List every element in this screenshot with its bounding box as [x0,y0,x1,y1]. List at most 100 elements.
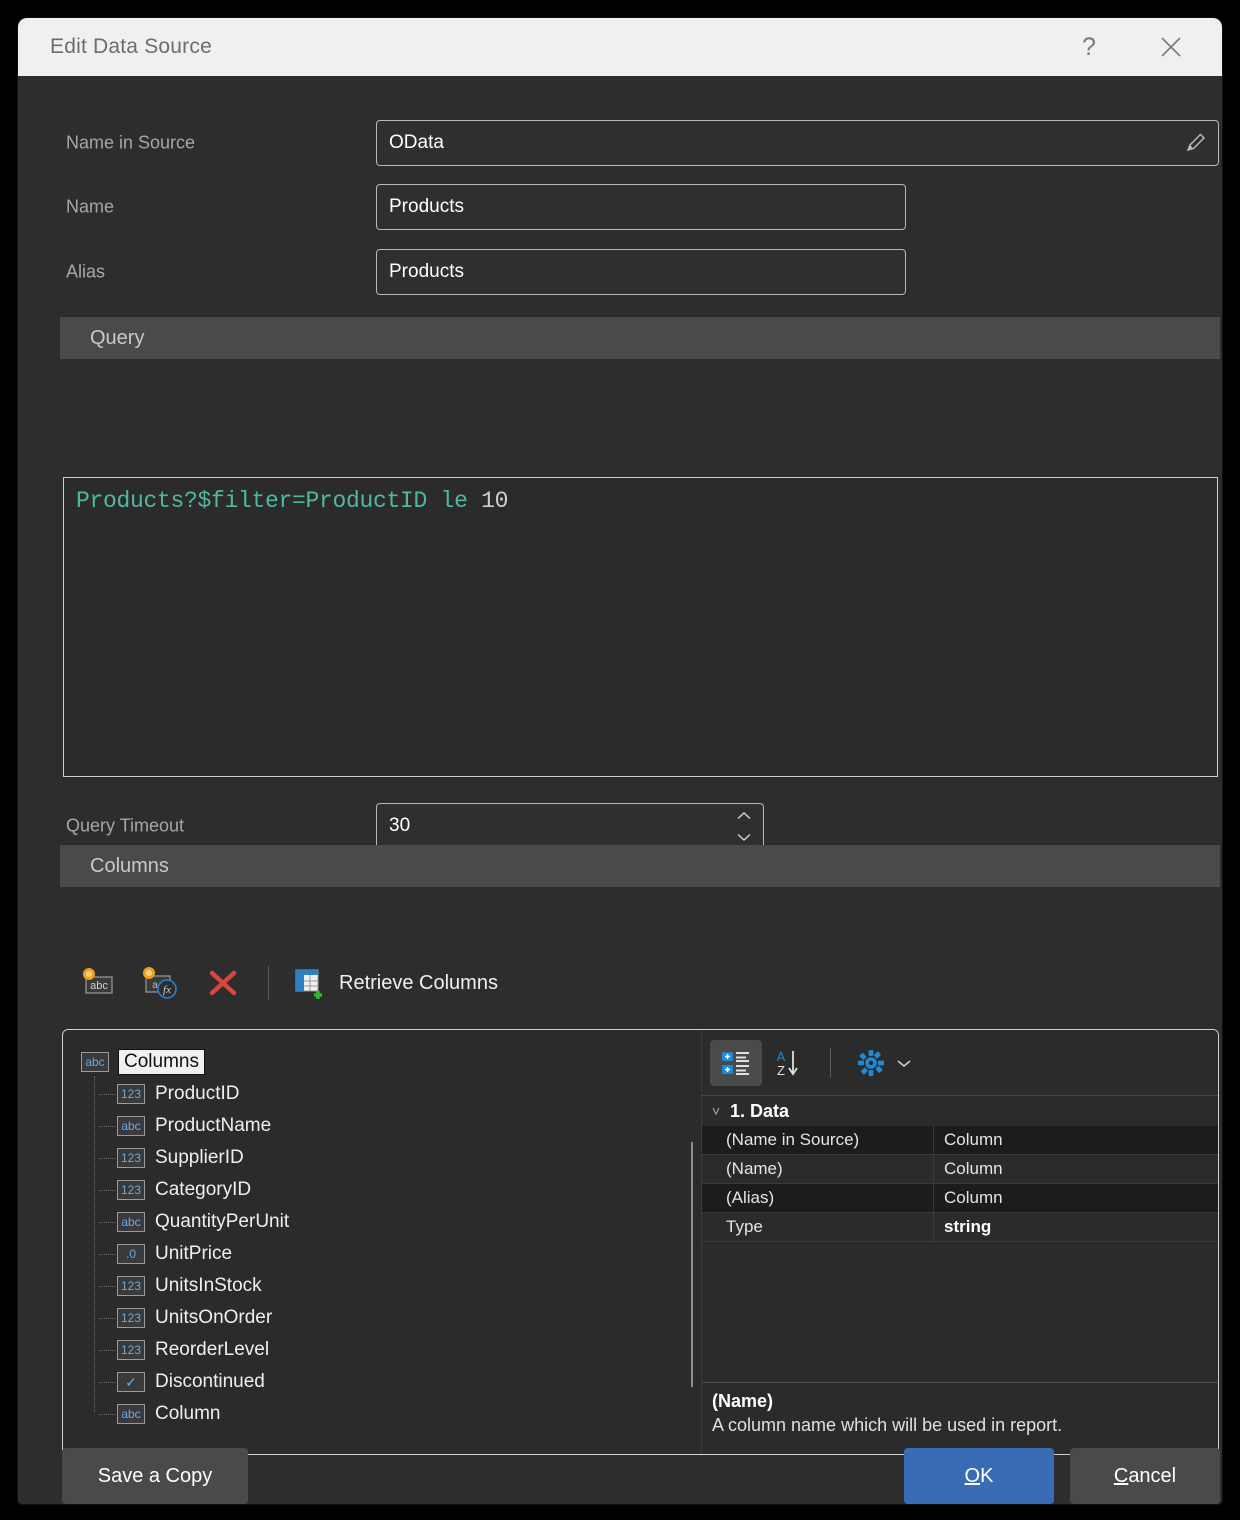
tree-item-label: UnitsInStock [155,1275,262,1297]
chevron-up-icon [735,810,753,822]
tree-guide-line [99,1094,115,1095]
tree-item-label: QuantityPerUnit [155,1211,289,1233]
dialog-body: Name in Source OData Name Products Alias [18,76,1222,1504]
property-row[interactable]: (Name in Source)Column [702,1126,1218,1155]
tree-item[interactable]: abc QuantityPerUnit [81,1206,703,1238]
tree-item[interactable]: ✓Discontinued [81,1366,703,1398]
retrieve-columns-button[interactable]: Retrieve Columns [283,959,508,1007]
tree-item[interactable]: 123UnitsOnOrder [81,1302,703,1334]
number-type-icon: 123 [117,1084,145,1104]
tree-item[interactable]: abcProductName [81,1110,703,1142]
decimal-type-icon: .0 [117,1244,145,1264]
tree-item[interactable]: .0 UnitPrice [81,1238,703,1270]
save-a-copy-button[interactable]: Save a Copy [62,1448,248,1504]
cancel-label: Cancel [1114,1465,1176,1488]
tree-item-label: ProductID [155,1083,239,1105]
alias-row: Alias Products [18,249,1222,295]
close-button[interactable] [1142,18,1200,76]
alias-input[interactable]: Products [376,249,906,295]
tree-item[interactable]: 123 SupplierID [81,1142,703,1174]
svg-text:A: A [777,1049,786,1064]
abc-type-icon: abc [117,1212,145,1232]
name-input[interactable]: Products [376,184,906,230]
query-timeout-input[interactable]: 30 [376,803,764,849]
cancel-button[interactable]: Cancel [1070,1448,1220,1504]
number-type-icon: 123 [117,1340,145,1360]
query-timeout-increment-button[interactable] [729,805,759,826]
tree-guide-line [99,1414,115,1415]
tree-root-label: Columns [119,1050,204,1074]
tree-scrollbar[interactable] [691,1142,693,1387]
tree-item[interactable]: 123 ProductID [81,1078,703,1110]
boolean-type-icon: ✓ [117,1372,145,1392]
new-column-icon: abc [80,966,118,1000]
tree-guide-line [99,1286,115,1287]
tree-guide-line [99,1126,115,1127]
toolbar-divider [268,966,269,1000]
save-a-copy-label: Save a Copy [98,1465,213,1488]
property-row[interactable]: (Alias)Column [702,1184,1218,1213]
columns-tree: abc Columns 123ProductIDabcProductName12… [63,1030,703,1454]
property-grid: A Z [701,1030,1218,1454]
query-section-title: Query [90,327,144,350]
alphabetical-sort-button[interactable]: A Z [762,1040,814,1086]
tree-item[interactable]: 123 CategoryID [81,1174,703,1206]
property-category-label: 1. Data [730,1101,789,1122]
name-in-source-input[interactable]: OData [376,120,1219,166]
number-type-icon: 123 [117,1308,145,1328]
query-timeout-label: Query Timeout [66,816,184,837]
query-section-header: Query [60,317,1220,359]
tree-item[interactable]: abcColumn [81,1398,703,1430]
tree-item-label: CategoryID [155,1179,251,1201]
title-bar: Edit Data Source ? [18,18,1222,76]
property-value[interactable]: Column [934,1184,1218,1212]
property-value[interactable]: Column [934,1126,1218,1154]
property-key: (Name in Source) [702,1126,934,1154]
tree-item[interactable]: 123ReorderLevel [81,1334,703,1366]
query-editor[interactable]: Products?$filter=ProductID le 10 [63,477,1218,777]
tree-guide-line [99,1158,115,1159]
pencil-icon [1184,131,1208,155]
tree-item[interactable]: 123 UnitsInStock [81,1270,703,1302]
chevron-down-icon [894,1056,914,1070]
tree-guide-line [99,1318,115,1319]
delete-column-button[interactable] [192,959,254,1007]
property-category-header[interactable]: ˅ 1. Data [702,1096,1218,1126]
abc-type-icon: abc [117,1404,145,1424]
tree-item-label: UnitPrice [155,1243,232,1265]
chevron-down-icon [735,831,753,843]
name-value: Products [377,196,905,218]
property-key: (Name) [702,1155,934,1183]
retrieve-columns-icon [293,967,327,999]
categorized-view-button[interactable] [710,1040,762,1086]
name-in-source-row: Name in Source OData [18,120,1222,166]
tree-item-label: ProductName [155,1115,271,1137]
tree-root-node[interactable]: abc Columns [81,1046,703,1078]
new-calculated-column-button[interactable]: a fx [130,959,192,1007]
property-row[interactable]: (Name)Column [702,1155,1218,1184]
property-description-text: A column name which will be used in repo… [712,1415,1218,1436]
gear-icon [856,1048,886,1078]
query-text-prefix: Products?$filter=ProductID le [76,488,481,514]
question-mark-icon: ? [1082,35,1096,60]
new-column-button[interactable]: abc [68,959,130,1007]
property-row[interactable]: Typestring [702,1213,1218,1242]
property-row-list: (Name in Source)Column(Name)Column(Alias… [702,1126,1218,1242]
ok-button[interactable]: OK [904,1448,1054,1504]
columns-toolbar: abc a fx [68,956,508,1010]
number-type-icon: 123 [117,1276,145,1296]
edit-name-in-source-button[interactable] [1174,131,1218,155]
help-button[interactable]: ? [1060,18,1118,76]
retrieve-columns-label: Retrieve Columns [339,972,498,995]
property-value[interactable]: Column [934,1155,1218,1183]
number-type-icon: 123 [117,1180,145,1200]
dialog-title: Edit Data Source [50,35,212,59]
query-timeout-value: 30 [389,815,410,837]
property-grid-settings-button[interactable] [847,1040,923,1086]
property-value[interactable]: string [934,1213,1218,1241]
property-grid-toolbar-divider [830,1048,831,1078]
query-timeout-decrement-button[interactable] [729,826,759,847]
chevron-down-icon: ˅ [702,1103,730,1119]
number-type-icon: 123 [117,1148,145,1168]
tree-item-label: SupplierID [155,1147,244,1169]
